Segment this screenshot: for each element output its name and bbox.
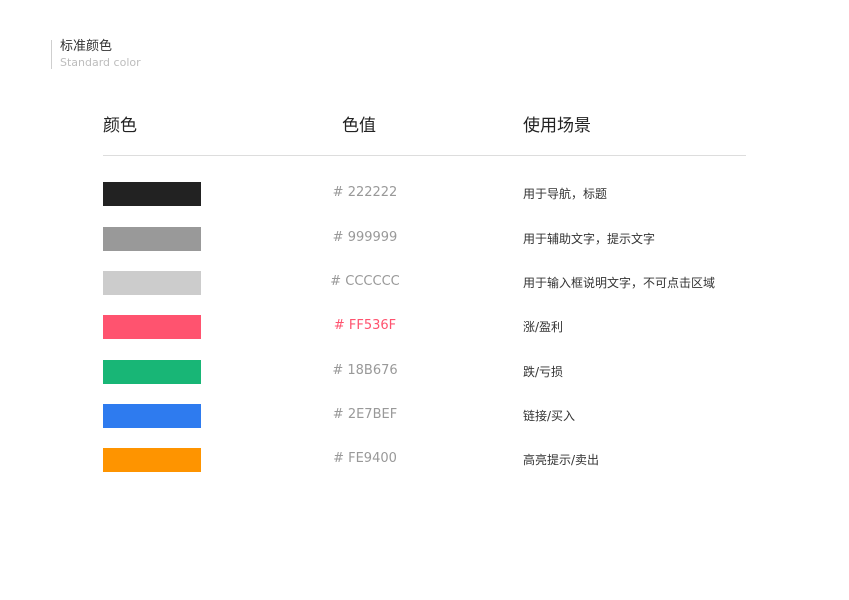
color-row: # 222222 用于导航，标题 (0, 182, 849, 206)
color-usage: 用于导航，标题 (523, 187, 608, 201)
color-usage: 涨/盈利 (523, 320, 564, 334)
color-swatch (103, 271, 201, 295)
section-subtitle: Standard color (60, 56, 141, 69)
color-row: # CCCCCC 用于输入框说明文字，不可点击区域 (0, 271, 849, 295)
column-header-value: 色值 (342, 116, 376, 136)
color-row: # 18B676 跌/亏损 (0, 360, 849, 384)
color-usage: 跌/亏损 (523, 365, 564, 379)
color-hex-value: # 18B676 (332, 363, 398, 378)
color-usage: 用于输入框说明文字，不可点击区域 (523, 276, 716, 290)
color-hex-value: # CCCCCC (330, 274, 400, 289)
color-row: # FE9400 高亮提示/卖出 (0, 448, 849, 472)
color-hex-value: # FE9400 (333, 451, 397, 466)
section-title: 标准颜色 (60, 39, 113, 54)
color-usage: 链接/买入 (523, 409, 576, 423)
color-hex-value: # FF536F (333, 318, 397, 333)
header-divider (103, 155, 746, 156)
section-header: 标准颜色 Standard color (51, 40, 141, 69)
color-swatch (103, 315, 201, 339)
color-swatch (103, 360, 201, 384)
color-hex-value: # 999999 (332, 230, 398, 245)
color-hex-value: # 2E7BEF (332, 407, 398, 422)
color-usage: 用于辅助文字，提示文字 (523, 232, 656, 246)
color-swatch (103, 448, 201, 472)
color-usage: 高亮提示/卖出 (523, 453, 600, 467)
color-row: # FF536F 涨/盈利 (0, 315, 849, 339)
color-row: # 2E7BEF 链接/买入 (0, 404, 849, 428)
column-header-usage: 使用场景 (523, 116, 591, 136)
color-hex-value: # 222222 (332, 185, 398, 200)
color-swatch (103, 182, 201, 206)
column-header-color: 颜色 (103, 116, 137, 136)
color-swatch (103, 404, 201, 428)
color-swatch (103, 227, 201, 251)
color-row: # 999999 用于辅助文字，提示文字 (0, 227, 849, 251)
